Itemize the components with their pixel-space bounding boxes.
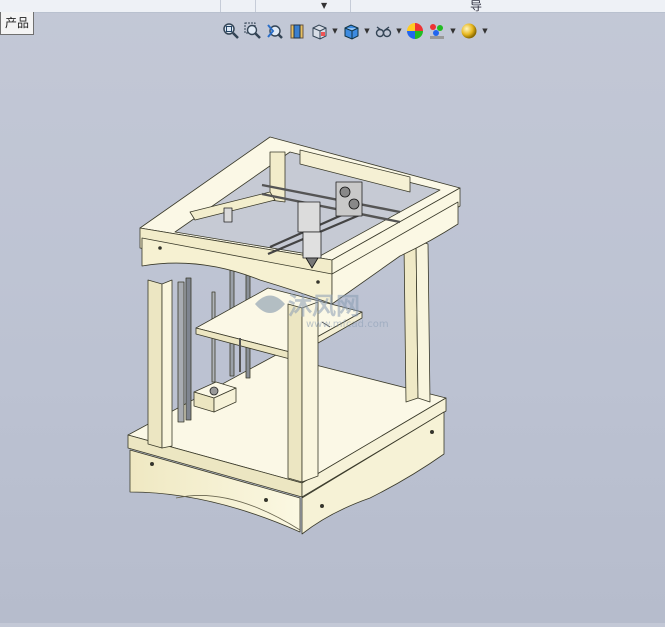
edit-appearance-icon xyxy=(407,23,423,39)
view-orientation-button[interactable] xyxy=(309,21,329,41)
zoom-to-fit-button[interactable] xyxy=(221,21,241,41)
previous-view-button[interactable] xyxy=(265,21,285,41)
back-right-leg xyxy=(403,239,431,403)
watermark-title: 沐风网 xyxy=(288,292,360,320)
toolbar-tab-label[interactable]: 导 xyxy=(470,0,482,14)
top-toolbar-strip: ▼ 导 xyxy=(0,0,665,13)
hide-show-items-button[interactable] xyxy=(373,21,393,41)
display-style-button[interactable] xyxy=(341,21,361,41)
toolbar-separator xyxy=(255,0,256,12)
view-settings-button[interactable] xyxy=(459,21,479,41)
toolbar-separator xyxy=(350,0,351,12)
apply-scene-button[interactable] xyxy=(427,21,447,41)
display-style-dropdown[interactable]: ▼ xyxy=(363,21,371,41)
section-view-button[interactable] xyxy=(287,21,307,41)
section-view-icon xyxy=(290,24,304,39)
zoom-to-area-button[interactable] xyxy=(243,21,263,41)
apply-scene-icon xyxy=(430,24,444,39)
front-left-leg xyxy=(147,279,173,449)
watermark-url: www.mfcad.com xyxy=(306,319,389,330)
document-tab-label: 产品 xyxy=(5,16,30,30)
document-tab[interactable]: 产品 xyxy=(0,12,35,35)
printer-model-3d: 沐风网 www.mfcad.com xyxy=(127,136,461,535)
toolbar-separator xyxy=(220,0,221,12)
apply-scene-dropdown[interactable]: ▼ xyxy=(449,21,457,41)
heads-up-view-toolbar: ▼ ▼ ▼ ▼ ▼ xyxy=(221,20,489,42)
base-platform xyxy=(127,354,447,535)
edit-appearance-button[interactable] xyxy=(405,21,425,41)
view-orientation-dropdown[interactable]: ▼ xyxy=(331,21,339,41)
previous-view-icon xyxy=(267,24,283,39)
display-style-icon xyxy=(344,24,359,40)
hide-show-items-icon xyxy=(375,26,392,38)
view-settings-dropdown[interactable]: ▼ xyxy=(481,21,489,41)
zoom-to-area-icon xyxy=(244,22,261,39)
graphics-viewport[interactable]: 沐风网 www.mfcad.com xyxy=(0,42,665,623)
view-orientation-icon xyxy=(312,24,327,40)
hide-show-items-dropdown[interactable]: ▼ xyxy=(395,21,403,41)
zoom-to-fit-icon xyxy=(223,23,239,39)
toolbar-dropdown-arrow[interactable]: ▼ xyxy=(321,1,327,10)
view-settings-icon xyxy=(461,23,477,39)
